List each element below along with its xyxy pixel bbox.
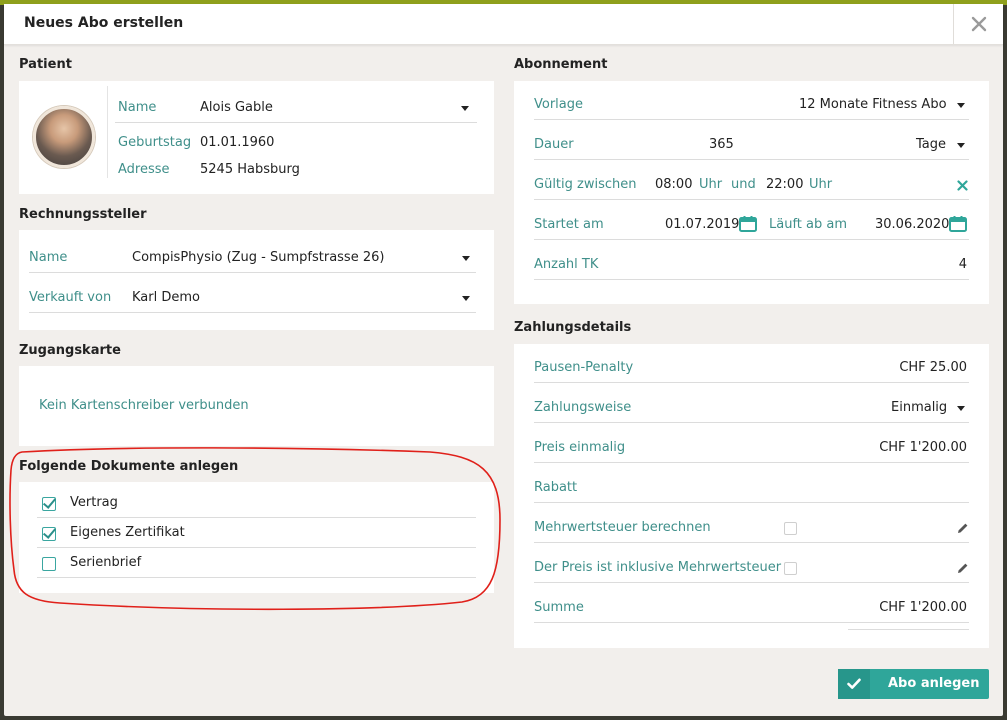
billing-name-label: Name [29,250,68,265]
valid-between-label: Gültig zwischen [534,177,637,192]
document-label: Serienbrief [70,555,142,570]
end-date-input[interactable]: 30.06.2020 [875,217,949,232]
duration-unit-value: Tage [916,137,947,152]
divider [848,629,969,630]
penalty-row: Pausen-Penalty CHF 25.00 [534,353,969,383]
document-option-certificate[interactable]: Eigenes Zertifikat [37,518,476,548]
template-value: 12 Monate Fitness Abo [799,97,947,112]
start-date-input[interactable]: 01.07.2019 [665,217,739,232]
modal-header: Neues Abo erstellen [4,4,1003,45]
chevron-down-icon [957,143,965,148]
payment-method-label: Zahlungsweise [534,400,632,415]
patient-name-value: Alois Gable [200,100,273,115]
penalty-label: Pausen-Penalty [534,360,634,375]
address-value: 5245 Habsburg [200,162,300,177]
sold-by-value: Karl Demo [132,290,200,305]
penalty-input[interactable]: CHF 25.00 [899,360,967,375]
billing-name-value: CompisPhysio (Zug - Sumpfstrasse 26) [132,250,385,265]
price-input[interactable]: CHF 1'200.00 [879,440,967,455]
create-subscription-label: Abo anlegen [888,676,980,691]
calendar-icon[interactable] [949,216,967,232]
start-date-label: Startet am [534,217,604,232]
discount-row[interactable]: Rabatt [534,473,969,503]
tk-count-row: Anzahl TK 4 [534,250,969,280]
uhr-label: Uhr [809,177,833,192]
tk-count-input[interactable]: 4 [959,257,967,272]
modal-title: Neues Abo erstellen [24,15,184,31]
vat-label: Mehrwertsteuer berechnen [534,520,711,535]
no-card-writer-message: Kein Kartenschreiber verbunden [39,398,249,413]
close-icon [971,16,986,32]
chevron-down-icon [461,106,469,111]
valid-between-row: Gültig zwischen 08:00 Uhr und 22:00 Uhr [534,170,969,200]
documents-panel: Vertrag Eigenes Zertifikat Serienbrief [19,482,494,593]
checkmark-icon [838,669,870,699]
tk-count-label: Anzahl TK [534,257,599,272]
price-row: Preis einmalig CHF 1'200.00 [534,433,969,463]
access-card-panel: Kein Kartenschreiber verbunden [19,366,494,446]
divider [107,86,108,178]
close-button[interactable] [953,4,1003,44]
chevron-down-icon [462,256,470,261]
duration-input[interactable]: 365 [709,137,734,152]
template-label: Vorlage [534,97,584,112]
template-select[interactable]: Vorlage 12 Monate Fitness Abo [534,90,969,120]
valid-from-input[interactable]: 08:00 [655,177,692,192]
document-option-contract[interactable]: Vertrag [37,488,476,518]
sold-by-select[interactable]: Verkauft von Karl Demo [29,283,476,313]
document-label: Eigenes Zertifikat [70,525,185,540]
billing-panel: Name CompisPhysio (Zug - Sumpfstrasse 26… [19,230,494,330]
patient-avatar [33,106,95,168]
incl-vat-label: Der Preis ist inklusive Mehrwertsteuer [534,560,782,575]
clear-x-icon[interactable] [957,180,968,191]
patient-section-title: Patient [19,57,72,72]
create-subscription-button[interactable]: Abo anlegen [838,669,989,699]
chevron-down-icon [462,296,470,301]
calendar-icon[interactable] [739,216,757,232]
incl-vat-row: Der Preis ist inklusive Mehrwertsteuer [534,553,969,583]
and-label: und [731,177,756,192]
vat-checkbox[interactable] [784,522,797,535]
payment-section-title: Zahlungsdetails [514,320,632,335]
valid-to-input[interactable]: 22:00 [766,177,803,192]
access-card-section-title: Zugangskarte [19,343,121,358]
sum-label: Summe [534,600,584,615]
duration-label: Dauer [534,137,574,152]
birthday-value: 01.01.1960 [200,135,275,150]
duration-row: Dauer 365 Tage [534,130,969,160]
subscription-section-title: Abonnement [514,57,608,72]
checkbox-checked[interactable] [42,527,56,541]
new-subscription-modal: Neues Abo erstellen Patient Name Alois G… [4,4,1003,716]
document-label: Vertrag [70,495,118,510]
subscription-panel: Vorlage 12 Monate Fitness Abo Dauer 365 … [514,81,989,304]
incl-vat-checkbox[interactable] [784,562,797,575]
birthday-label: Geburtstag [118,135,192,150]
document-option-serial-letter[interactable]: Serienbrief [37,548,476,578]
discount-label: Rabatt [534,480,578,495]
pencil-icon[interactable] [957,522,969,534]
vat-row: Mehrwertsteuer berechnen [534,513,969,543]
uhr-label: Uhr [699,177,723,192]
billing-section-title: Rechnungssteller [19,207,147,222]
payment-method-select[interactable]: Zahlungsweise Einmalig [534,393,969,423]
sum-value: CHF 1'200.00 [879,600,967,615]
sold-by-label: Verkauft von [29,290,112,305]
dates-row: Startet am 01.07.2019 Läuft ab am 30.06.… [534,210,969,240]
patient-name-label: Name [118,100,157,115]
sum-row: Summe CHF 1'200.00 [534,593,969,623]
documents-section-title: Folgende Dokumente anlegen [19,459,239,474]
end-date-label: Läuft ab am [769,217,848,232]
payment-panel: Pausen-Penalty CHF 25.00 Zahlungsweise E… [514,344,989,648]
billing-name-select[interactable]: Name CompisPhysio (Zug - Sumpfstrasse 26… [29,243,476,273]
checkbox-checked[interactable] [42,497,56,511]
pencil-icon[interactable] [957,562,969,574]
checkbox-unchecked[interactable] [42,557,56,571]
patient-panel: Name Alois Gable Geburtstag 01.01.1960 A… [19,81,494,194]
price-label: Preis einmalig [534,440,626,455]
patient-name-select[interactable]: Name Alois Gable [115,93,477,123]
address-label: Adresse [118,162,170,177]
chevron-down-icon [957,406,965,411]
chevron-down-icon [957,103,965,108]
payment-method-value: Einmalig [891,400,948,415]
